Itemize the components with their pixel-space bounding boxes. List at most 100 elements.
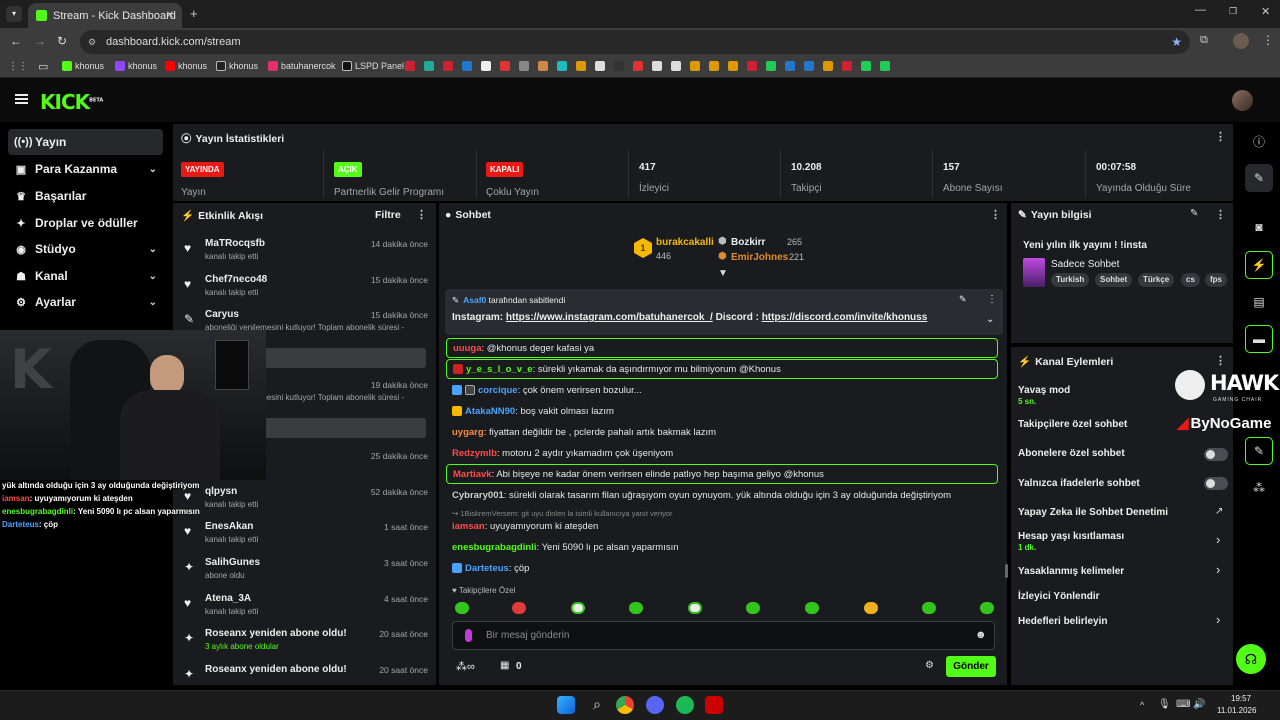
- hamburger-menu-icon[interactable]: [15, 94, 28, 104]
- followers-only-setting[interactable]: Takipçilere özel sohbet: [1018, 419, 1127, 430]
- sidebar-item-kanal[interactable]: ☗ Kanal ⌄: [8, 263, 163, 289]
- ai-moderation-setting[interactable]: Yapay Zeka ile Sohbet Denetimi: [1018, 507, 1168, 518]
- windows-start-icon[interactable]: [557, 696, 575, 714]
- clock-time[interactable]: 19:57: [1231, 694, 1251, 703]
- bookmark-star-icon[interactable]: ★: [1171, 35, 1182, 49]
- unpin-icon[interactable]: ✎: [959, 294, 967, 305]
- sidebar-item-basarilar[interactable]: ♛ Başarılar: [8, 183, 163, 209]
- site-info-icon[interactable]: ⚙: [88, 37, 96, 48]
- emote-icon[interactable]: [455, 602, 469, 614]
- bookmark-5[interactable]: batuhanercok: [268, 61, 336, 71]
- external-link-icon[interactable]: ↗: [1215, 506, 1223, 517]
- forward-icon[interactable]: →: [34, 34, 46, 48]
- minimize-icon[interactable]: —: [1195, 4, 1206, 16]
- discord-taskbar-icon[interactable]: [646, 696, 664, 714]
- chat-menu-icon[interactable]: ⋮: [990, 208, 1001, 221]
- emote-icon[interactable]: [864, 602, 878, 614]
- account-age-setting[interactable]: Hesap yaşı kısıtlaması: [1018, 531, 1124, 542]
- emote-icon[interactable]: [805, 602, 819, 614]
- kick-logo[interactable]: KICKBETA: [40, 90, 103, 114]
- info-icon[interactable]: ⓘ: [1245, 127, 1273, 155]
- store-icon[interactable]: ▦: [500, 660, 509, 671]
- volume-icon[interactable]: 🔊: [1193, 699, 1205, 710]
- chat-rail-icon[interactable]: ▬: [1245, 325, 1273, 353]
- back-icon[interactable]: ←: [10, 34, 22, 48]
- sidebar-item-studyo[interactable]: ◉ Stüdyo ⌄: [8, 236, 163, 262]
- folder-icon[interactable]: ▭: [38, 60, 48, 73]
- events-menu-icon[interactable]: ⋮: [416, 208, 427, 221]
- url-input[interactable]: ⚙ dashboard.kick.com/stream ★: [80, 30, 1190, 54]
- browser-tab[interactable]: Stream - Kick Dashboard ✕: [28, 3, 182, 28]
- sidebar-item-droplar[interactable]: ✦ Droplar ve ödüller: [8, 210, 163, 236]
- edit-icon[interactable]: ✎: [1190, 208, 1198, 219]
- send-button[interactable]: Gönder: [946, 656, 996, 677]
- chevron-right-icon[interactable]: ›: [1216, 532, 1220, 547]
- stats-menu-icon[interactable]: ⋮: [1215, 130, 1226, 143]
- goals-setting[interactable]: Hedefleri belirleyin: [1018, 616, 1107, 627]
- bolt-rail-icon[interactable]: ⚡: [1245, 251, 1273, 279]
- extensions-icon[interactable]: ⧉: [1200, 34, 1208, 47]
- raid-setting[interactable]: İzleyici Yönlendir: [1018, 591, 1100, 602]
- restore-icon[interactable]: ❐: [1229, 6, 1237, 17]
- network-icon[interactable]: ⌨: [1176, 699, 1190, 710]
- search-icon[interactable]: ⌕: [588, 696, 606, 714]
- emote-icon[interactable]: [688, 602, 702, 614]
- chat-settings-icon[interactable]: ⚙: [925, 660, 934, 671]
- subscribers-only-setting[interactable]: Abonelere özel sohbet: [1018, 448, 1125, 459]
- category-name[interactable]: Sadece Sohbet: [1051, 259, 1119, 270]
- subscribers-only-toggle[interactable]: [1204, 448, 1228, 461]
- emote-icon[interactable]: [629, 602, 643, 614]
- close-window-icon[interactable]: ✕: [1261, 5, 1270, 18]
- tray-chevron-icon[interactable]: ^: [1140, 700, 1144, 710]
- chevron-right-icon[interactable]: ›: [1216, 612, 1220, 627]
- document-icon[interactable]: ▤: [1245, 288, 1273, 316]
- chat-input[interactable]: Bir mesaj gönderin ☻: [452, 621, 995, 650]
- chevron-right-icon[interactable]: ›: [1216, 562, 1220, 577]
- slow-mode-setting[interactable]: Yavaş mod: [1018, 385, 1070, 396]
- events-filter-button[interactable]: Filtre: [375, 209, 401, 221]
- points-icon[interactable]: ⁂∞: [456, 660, 475, 673]
- leader-1-name[interactable]: burakcakalli: [656, 237, 714, 248]
- close-tab-icon[interactable]: ✕: [166, 10, 174, 21]
- support-headset-icon[interactable]: ☊: [1236, 644, 1266, 674]
- bookmark-6[interactable]: LSPD Panel: [342, 61, 404, 71]
- emote-only-setting[interactable]: Yalnızca ifadelerle sohbet: [1018, 478, 1140, 489]
- app-taskbar-icon[interactable]: [705, 696, 723, 714]
- microphone-icon[interactable]: 🎙: [1158, 699, 1171, 710]
- spotify-taskbar-icon[interactable]: [676, 696, 694, 714]
- emote-icon[interactable]: [512, 602, 526, 614]
- bookmark-1[interactable]: khonus: [62, 61, 104, 71]
- profile-avatar[interactable]: [1233, 33, 1249, 49]
- bookmark-favicons[interactable]: [405, 61, 890, 71]
- bookmark-2[interactable]: khonus: [115, 61, 157, 71]
- emote-icon[interactable]: [980, 602, 994, 614]
- chrome-taskbar-icon[interactable]: [616, 696, 634, 714]
- reload-icon[interactable]: ↻: [57, 34, 67, 48]
- emoji-picker-icon[interactable]: ☻: [975, 629, 987, 641]
- banned-words-setting[interactable]: Yasaklanmış kelimeler: [1018, 566, 1124, 577]
- points-rail-icon[interactable]: ⁂: [1245, 474, 1273, 502]
- channel-actions-menu-icon[interactable]: ⋮: [1215, 354, 1226, 367]
- chat-scrollbar[interactable]: [1005, 564, 1008, 578]
- leader-3-name[interactable]: EmirJohnes: [731, 252, 788, 263]
- chevron-down-icon[interactable]: ⌄: [986, 314, 994, 325]
- apps-icon[interactable]: ⋮⋮: [8, 61, 28, 72]
- sidebar-item-yayin[interactable]: ((•)) Yayın: [8, 129, 163, 155]
- sidebar-item-para-kazanma[interactable]: ▣ Para Kazanma ⌄: [8, 156, 163, 182]
- bookmark-4[interactable]: khonus: [216, 61, 258, 71]
- stream-info-menu-icon[interactable]: ⋮: [1215, 208, 1226, 221]
- camera-icon[interactable]: ◙: [1245, 213, 1273, 241]
- wrench-rail-icon[interactable]: ✎: [1245, 437, 1273, 465]
- discord-link[interactable]: https://discord.com/invite/khonuss: [762, 312, 928, 323]
- edit-rail-icon[interactable]: ✎: [1245, 164, 1273, 192]
- browser-menu-icon[interactable]: ⋮: [1262, 33, 1274, 47]
- instagram-link[interactable]: https://www.instagram.com/batuhanercok_/: [506, 312, 713, 323]
- emote-icon[interactable]: [922, 602, 936, 614]
- clock-date[interactable]: 11.01.2026: [1217, 706, 1256, 715]
- emote-icon[interactable]: [571, 602, 585, 614]
- leader-2-name[interactable]: Bozkirr: [731, 237, 765, 248]
- pinned-menu-icon[interactable]: ⋮: [987, 294, 997, 305]
- tab-list-icon[interactable]: ▾: [6, 6, 22, 22]
- new-tab-icon[interactable]: +: [190, 6, 198, 21]
- bookmark-3[interactable]: khonus: [165, 61, 207, 71]
